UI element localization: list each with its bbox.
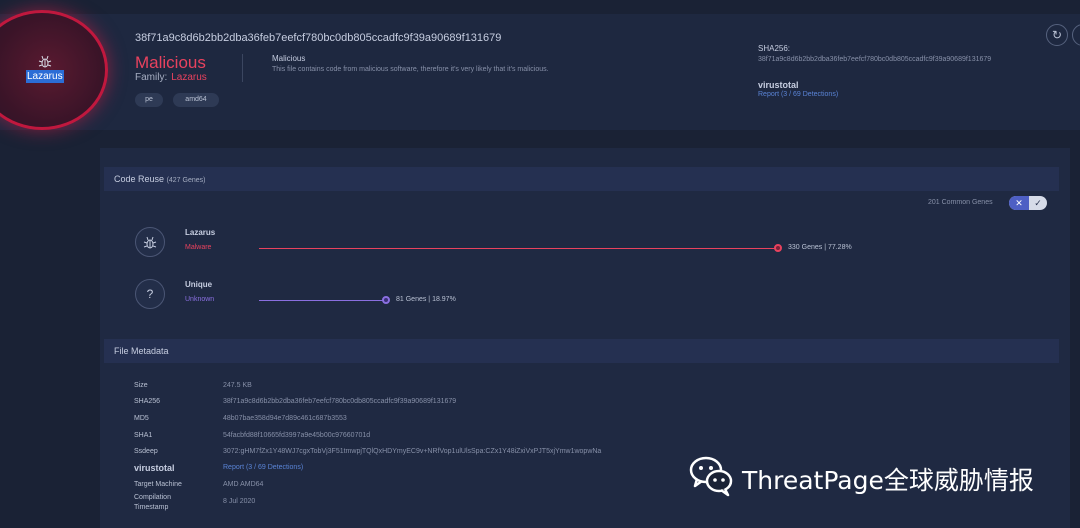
common-genes-toggle[interactable]: ✕ ✓ [1009,196,1047,210]
divider [242,54,243,82]
meta-value-size: 247.5 KB [223,382,252,389]
virustotal-report-link[interactable]: Report (3 / 69 Detections) [758,91,838,98]
family-value: Lazarus [171,72,207,83]
question-icon: ? [135,279,165,309]
bug-icon [135,227,165,257]
meta-key-sha256: SHA256 [134,398,161,405]
gene-share-marker [382,296,390,304]
file-metadata-title: File Metadata [114,346,169,356]
tag-pe[interactable]: pe [135,93,163,107]
code-reuse-header: Code Reuse (427 Genes) [104,167,1059,191]
gene-share-bar [259,300,386,301]
meta-key-md5: MD5 [134,415,149,422]
virustotal-report-link[interactable]: Report (3 / 69 Detections) [223,464,303,471]
verdict-description: This file contains code from malicious s… [272,66,549,73]
verdict-family-label: Lazarus [26,70,64,83]
gene-family-name[interactable]: Unique [185,280,212,289]
refresh-icon: ↻ [1051,28,1063,42]
meta-value-sha1: 54facbfd88f10665fd3997a9e45b00c97660701d [223,432,371,439]
meta-key-ssdeep: Ssdeep [134,448,158,455]
file-metadata-header: File Metadata [104,339,1059,363]
meta-key-target-machine: Target Machine [134,481,182,488]
gene-share-bar [259,248,778,249]
gene-family-name[interactable]: Lazarus [185,228,215,237]
sha256-label: SHA256: [758,44,791,53]
meta-value-ssdeep: 3072:gHM7fZx1Y48WJ7cgxTobVj3F51tmwpjTQlQ… [223,448,602,455]
meta-key-size: Size [134,382,148,389]
file-hash-title: 38f71a9c8d6b2bb2dba36feb7eefcf780bc0db80… [135,32,502,44]
meta-key-timestamp: Timestamp [134,504,169,511]
meta-value-target-machine: AMD AMD64 [223,481,264,488]
meta-value-md5: 48b07bae358d94e7d89c461c687b3553 [223,415,347,422]
tag-amd64[interactable]: amd64 [173,93,219,107]
family-label: Family: [135,72,168,83]
common-genes-label: 201 Common Genes [928,199,993,206]
verdict-text: Malicious [135,53,206,72]
watermark-text: ThreatPage全球威胁情报 [742,466,1034,495]
sha256-value: 38f71a9c8d6b2bb2dba36feb7eefcf780bc0db80… [758,56,992,63]
meta-value-sha256: 38f71a9c8d6b2bb2dba36feb7eefcf780bc0db80… [223,398,457,405]
gene-share-marker [774,244,782,252]
verdict-description-title: Malicious [272,54,306,63]
family-line: Family: Lazarus [135,72,207,83]
close-icon: ✕ [1009,196,1029,210]
gene-share-value: 330 Genes | 77.28% [788,244,852,251]
gene-share-value: 81 Genes | 18.97% [396,296,456,303]
refresh-button[interactable]: ↻ [1046,24,1068,46]
check-icon: ✓ [1034,198,1042,208]
meta-key-compilation: Compilation [134,494,171,501]
virustotal-logo: virustotal [134,463,175,473]
code-reuse-gene-count: (427 Genes) [166,177,206,184]
meta-value-timestamp: 8 Jul 2020 [223,498,256,505]
gene-family-type: Malware [185,244,212,251]
code-reuse-title: Code Reuse [114,174,165,184]
wechat-watermark: ThreatPage全球威胁情报 [688,452,1058,498]
virustotal-logo: virustotal [758,80,799,90]
meta-key-sha1: SHA1 [134,432,153,439]
bug-icon [38,55,52,69]
wechat-icon [689,456,733,497]
gene-family-type: Unknown [185,296,215,303]
